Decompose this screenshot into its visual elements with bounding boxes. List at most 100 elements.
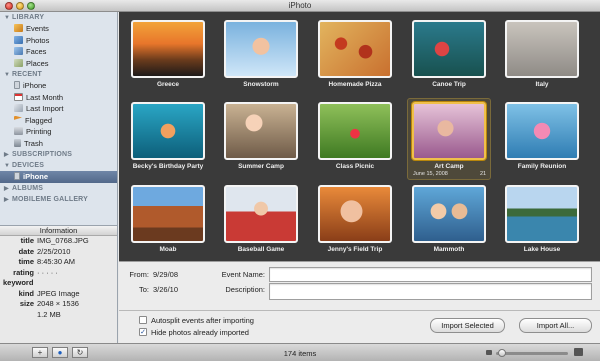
library-heading[interactable]: ▼ LIBRARY — [0, 12, 117, 23]
form-divider — [119, 310, 600, 311]
photo-grid: Greece Snowstorm Homemade Pizza Canoe Tr… — [119, 12, 600, 261]
photo-caption: Italy — [535, 81, 549, 88]
bottom-toolbar: + ● ↻ 174 items — [0, 343, 600, 361]
sidebar-item-places[interactable]: Places — [0, 58, 117, 70]
time-label: time — [18, 257, 34, 266]
photo-caption: Greece — [156, 81, 180, 88]
photo-image — [131, 102, 205, 160]
photo-thumbnail[interactable]: Becky's Birthday Party — [131, 102, 205, 170]
rating-label: rating — [13, 267, 34, 277]
photo-caption: Art Camp — [434, 163, 464, 170]
photo-caption: Canoe Trip — [432, 81, 466, 88]
photo-image — [131, 20, 205, 78]
photo-thumbnail[interactable]: Canoe Trip — [412, 20, 486, 88]
iphone-icon — [14, 172, 20, 180]
mobileme-gallery-heading[interactable]: ▶ MOBILEME GALLERY — [0, 194, 117, 205]
recent-heading[interactable]: ▼ RECENT — [0, 69, 117, 80]
sidebar-item-iphone-device[interactable]: iPhone — [0, 171, 117, 183]
sidebar-item-events[interactable]: Events — [0, 23, 117, 35]
keyword-label: keyword — [3, 278, 34, 287]
photo-caption: Mammoth — [433, 246, 465, 253]
calendar-icon — [14, 92, 23, 101]
import-selected-button[interactable]: Import Selected — [430, 318, 505, 333]
photo-thumbnail[interactable]: Lake House — [505, 185, 579, 253]
photo-image — [131, 185, 205, 243]
event-name-input[interactable] — [269, 267, 592, 282]
size-value: 2048 × 1536 — [37, 299, 79, 308]
photo-thumbnail-selected[interactable]: Art Camp — [412, 102, 486, 170]
photo-thumbnail[interactable]: Baseball Game — [224, 185, 298, 253]
events-icon — [14, 24, 23, 32]
faces-icon — [14, 47, 23, 55]
photo-caption: Family Reunion — [517, 163, 567, 170]
photo-image — [224, 185, 298, 243]
places-icon — [14, 58, 23, 67]
import-all-button[interactable]: Import All... — [519, 318, 592, 333]
window-title: iPhoto — [288, 1, 312, 10]
photo-thumbnail[interactable]: Greece — [131, 20, 205, 88]
photo-thumbnail[interactable]: Family Reunion — [505, 102, 579, 170]
zoom-slider[interactable] — [496, 352, 568, 355]
description-label: Description: — [225, 285, 265, 294]
photo-image — [505, 102, 579, 160]
selected-event-count: 21 — [480, 171, 487, 177]
photos-icon — [14, 35, 23, 44]
albums-heading[interactable]: ▶ ALBUMS — [0, 183, 117, 194]
source-list: ▼ LIBRARY Events Photos Faces Places ▼ REC… — [0, 12, 118, 225]
photo-thumbnail[interactable]: Summer Camp — [224, 102, 298, 170]
subscriptions-heading[interactable]: ▶ SUBSCRIPTIONS — [0, 149, 117, 160]
photo-image — [412, 102, 486, 160]
photo-caption: Lake House — [523, 246, 561, 253]
photo-thumbnail[interactable]: Class Picnic — [318, 102, 392, 170]
event-name-label: Event Name: — [221, 270, 265, 279]
photo-image — [224, 20, 298, 78]
date-value[interactable]: 2/25/2010 — [37, 247, 70, 256]
title-label: title — [20, 236, 34, 245]
photo-image — [224, 102, 298, 160]
sidebar-item-flagged[interactable]: Flagged — [0, 115, 117, 127]
from-date: 9/29/08 — [153, 270, 179, 279]
sidebar-item-iphone-recent[interactable]: iPhone — [0, 80, 117, 92]
size-label: size — [19, 299, 34, 308]
photo-image — [318, 185, 392, 243]
autosplit-checkbox[interactable] — [139, 316, 147, 324]
trash-icon — [14, 138, 21, 147]
iphone-icon — [14, 81, 20, 89]
photo-caption: Summer Camp — [238, 163, 284, 170]
sidebar-item-faces[interactable]: Faces — [0, 46, 117, 58]
autosplit-label[interactable]: Autosplit events after importing — [151, 316, 254, 325]
title-value[interactable]: IMG_0768.JPG — [37, 236, 89, 245]
sidebar-item-last-month[interactable]: Last Month — [0, 92, 117, 104]
photo-image — [318, 102, 392, 160]
sidebar-item-last-import[interactable]: Last Import — [0, 103, 117, 115]
sidebar-item-printing[interactable]: Printing — [0, 126, 117, 138]
sidebar-item-trash[interactable]: Trash — [0, 138, 117, 150]
sidebar-item-photos[interactable]: Photos — [0, 35, 117, 47]
to-date: 3/26/10 — [153, 285, 179, 294]
time-value[interactable]: 8:45:30 AM — [37, 257, 75, 266]
hide-imported-checkbox[interactable]: ✓ — [139, 328, 147, 336]
photo-caption: Moab — [159, 246, 177, 253]
photo-thumbnail[interactable]: Snowstorm — [224, 20, 298, 88]
photo-image — [412, 20, 486, 78]
date-label: date — [18, 246, 34, 256]
photo-image — [318, 20, 392, 78]
printer-icon — [14, 127, 23, 135]
selected-event-date: June 15, 2008 — [413, 171, 448, 177]
description-input[interactable] — [269, 283, 592, 300]
devices-heading[interactable]: ▼ DEVICES — [0, 160, 117, 171]
photo-thumbnail[interactable]: Mammoth — [412, 185, 486, 253]
small-thumbnail-icon — [486, 350, 492, 355]
photo-thumbnail[interactable]: Homemade Pizza — [318, 20, 392, 88]
large-thumbnail-icon — [574, 348, 583, 356]
photo-thumbnail[interactable]: Jenny's Field Trip — [318, 185, 392, 253]
photo-thumbnail[interactable]: Moab — [131, 185, 205, 253]
photo-caption: Becky's Birthday Party — [132, 163, 204, 170]
import-form: From: 9/29/08 To: 3/26/10 Event Name: De… — [119, 261, 600, 343]
to-label: To: — [138, 285, 149, 294]
photo-thumbnail[interactable]: Italy — [505, 20, 579, 88]
rating-value[interactable]: · · · · · — [37, 268, 58, 277]
hide-imported-label[interactable]: Hide photos already imported — [151, 328, 249, 337]
photo-image — [412, 185, 486, 243]
zoom-slider-knob[interactable] — [497, 349, 506, 357]
